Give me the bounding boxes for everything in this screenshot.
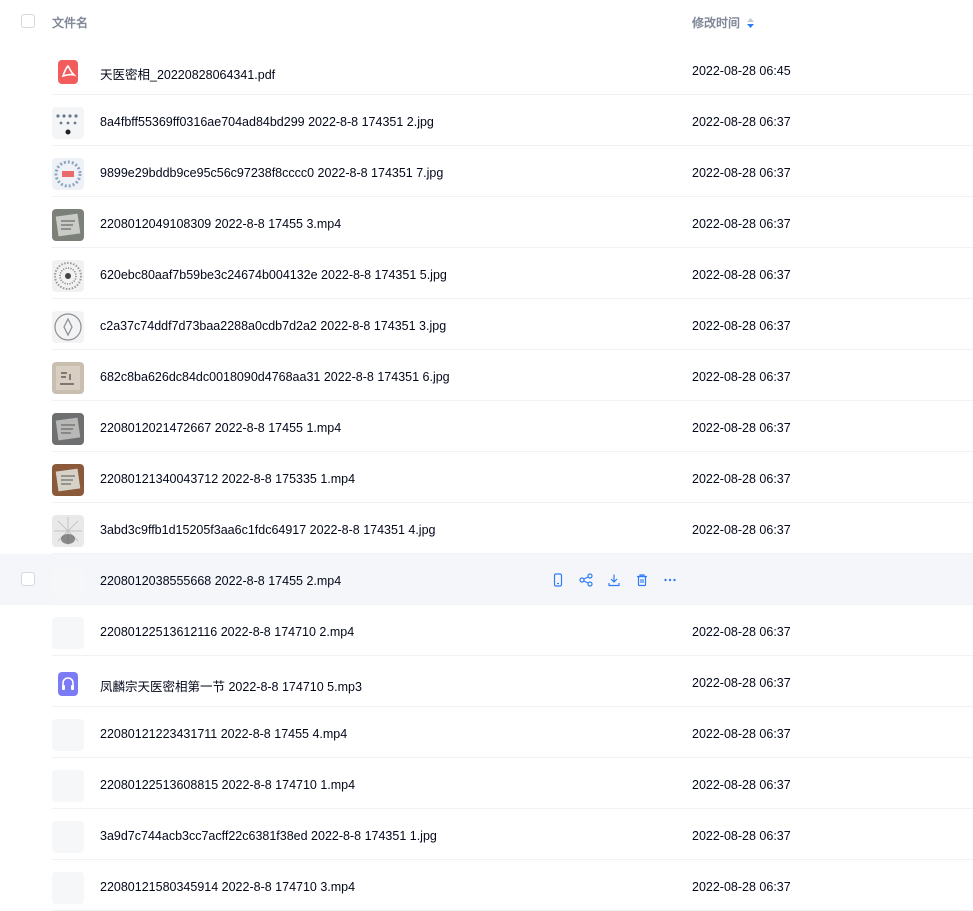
share-icon[interactable] bbox=[577, 571, 595, 589]
file-modified-time: 2022-08-28 06:37 bbox=[692, 727, 791, 741]
file-name[interactable]: 8a4fbff55369ff0316ae704ad84bd299 2022-8-… bbox=[100, 115, 434, 129]
column-header-modified-time[interactable]: 修改时间 bbox=[692, 14, 755, 31]
column-header-filename[interactable]: 文件名 bbox=[52, 14, 88, 31]
file-modified-time: 2022-08-28 06:37 bbox=[692, 115, 791, 129]
image-thumbnail bbox=[52, 158, 84, 190]
file-modified-time: 2022-08-28 06:37 bbox=[692, 370, 791, 384]
more-icon[interactable] bbox=[661, 571, 679, 589]
list-header: 文件名 修改时间 bbox=[0, 0, 973, 44]
select-all-checkbox[interactable] bbox=[21, 14, 35, 28]
file-name[interactable]: 682c8ba626dc84dc0018090d4768aa31 2022-8-… bbox=[100, 370, 450, 384]
file-row[interactable]: c2a37c74ddf7d73baa2288a0cdb7d2a2 2022-8-… bbox=[0, 299, 973, 350]
file-row[interactable]: 22080122513612116 2022-8-8 174710 2.mp4 2… bbox=[0, 605, 973, 656]
file-modified-time: 2022-08-28 06:37 bbox=[692, 268, 791, 282]
image-thumbnail bbox=[52, 107, 84, 139]
audio-file-icon bbox=[52, 668, 84, 700]
column-header-modified-time-label: 修改时间 bbox=[692, 16, 741, 30]
file-name[interactable]: 22080121340043712 2022-8-8 175335 1.mp4 bbox=[100, 472, 355, 486]
blank-thumbnail bbox=[52, 821, 84, 853]
image-thumbnail bbox=[52, 260, 84, 292]
file-name[interactable]: 9899e29bddb9ce95c56c97238f8cccc0 2022-8-… bbox=[100, 166, 443, 180]
file-row[interactable]: 天医密相_20220828064341.pdf 2022-08-28 06:45 bbox=[0, 44, 973, 95]
file-name[interactable]: 22080121223431711 2022-8-8 17455 4.mp4 bbox=[100, 727, 347, 741]
phone-icon[interactable] bbox=[549, 571, 567, 589]
file-name[interactable]: 22080122513612116 2022-8-8 174710 2.mp4 bbox=[100, 625, 354, 639]
blank-thumbnail bbox=[52, 770, 84, 802]
file-row[interactable]: 2208012049108309 2022-8-8 17455 3.mp4 202… bbox=[0, 197, 973, 248]
file-modified-time: 2022-08-28 06:37 bbox=[692, 166, 791, 180]
file-modified-time: 2022-08-28 06:37 bbox=[692, 778, 791, 792]
file-row[interactable]: 2208012038555668 2022-8-8 17455 2.mp4 bbox=[0, 554, 973, 605]
file-name[interactable]: 2208012049108309 2022-8-8 17455 3.mp4 bbox=[100, 217, 341, 231]
video-thumbnail bbox=[52, 464, 84, 496]
file-name[interactable]: 天医密相_20220828064341.pdf bbox=[100, 64, 275, 83]
file-row[interactable]: 3abd3c9ffb1d15205f3aa6c1fdc64917 2022-8-… bbox=[0, 503, 973, 554]
file-row[interactable]: 8a4fbff55369ff0316ae704ad84bd299 2022-8-… bbox=[0, 95, 973, 146]
file-row[interactable]: 3a9d7c744acb3cc7acff22c6381f38ed 2022-8-… bbox=[0, 809, 973, 860]
file-modified-time: 2022-08-28 06:37 bbox=[692, 319, 791, 333]
file-modified-time: 2022-08-28 06:37 bbox=[692, 217, 791, 231]
download-icon[interactable] bbox=[605, 571, 623, 589]
delete-icon[interactable] bbox=[633, 571, 651, 589]
file-row[interactable]: 9899e29bddb9ce95c56c97238f8cccc0 2022-8-… bbox=[0, 146, 973, 197]
row-actions bbox=[549, 571, 679, 589]
file-row[interactable]: 2208012021472667 2022-8-8 17455 1.mp4 202… bbox=[0, 401, 973, 452]
file-modified-time: 2022-08-28 06:37 bbox=[692, 472, 791, 486]
file-name[interactable]: 2208012038555668 2022-8-8 17455 2.mp4 bbox=[100, 574, 341, 588]
blank-thumbnail bbox=[52, 719, 84, 751]
file-row[interactable]: 22080122513608815 2022-8-8 174710 1.mp4 2… bbox=[0, 758, 973, 809]
file-modified-time: 2022-08-28 06:37 bbox=[692, 880, 791, 894]
file-list: 天医密相_20220828064341.pdf 2022-08-28 06:45 8… bbox=[0, 44, 973, 911]
file-modified-time: 2022-08-28 06:37 bbox=[692, 421, 791, 435]
file-row[interactable]: 22080121340043712 2022-8-8 175335 1.mp4 2… bbox=[0, 452, 973, 503]
file-row[interactable]: 620ebc80aaf7b59be3c24674b004132e 2022-8-… bbox=[0, 248, 973, 299]
file-name[interactable]: 3a9d7c744acb3cc7acff22c6381f38ed 2022-8-… bbox=[100, 829, 437, 843]
file-modified-time: 2022-08-28 06:37 bbox=[692, 625, 791, 639]
pdf-file-icon bbox=[52, 56, 84, 88]
image-thumbnail bbox=[52, 311, 84, 343]
blank-thumbnail bbox=[52, 617, 84, 649]
file-modified-time: 2022-08-28 06:37 bbox=[692, 523, 791, 537]
file-name[interactable]: 凤麟宗天医密相第一节 2022-8-8 174710 5.mp3 bbox=[100, 676, 362, 695]
row-checkbox[interactable] bbox=[21, 572, 35, 586]
file-name[interactable]: 2208012021472667 2022-8-8 17455 1.mp4 bbox=[100, 421, 341, 435]
file-row[interactable]: 22080121580345914 2022-8-8 174710 3.mp4 2… bbox=[0, 860, 973, 911]
file-modified-time: 2022-08-28 06:37 bbox=[692, 829, 791, 843]
blank-thumbnail bbox=[52, 872, 84, 904]
file-modified-time: 2022-08-28 06:37 bbox=[692, 676, 791, 690]
file-row[interactable]: 凤麟宗天医密相第一节 2022-8-8 174710 5.mp3 2022-08-… bbox=[0, 656, 973, 707]
file-name[interactable]: 620ebc80aaf7b59be3c24674b004132e 2022-8-… bbox=[100, 268, 447, 282]
video-thumbnail bbox=[52, 413, 84, 445]
file-name[interactable]: 3abd3c9ffb1d15205f3aa6c1fdc64917 2022-8-… bbox=[100, 523, 436, 537]
blank-thumbnail bbox=[52, 566, 84, 598]
video-thumbnail bbox=[52, 209, 84, 241]
file-row[interactable]: 682c8ba626dc84dc0018090d4768aa31 2022-8-… bbox=[0, 350, 973, 401]
file-name[interactable]: 22080122513608815 2022-8-8 174710 1.mp4 bbox=[100, 778, 355, 792]
file-name[interactable]: 22080121580345914 2022-8-8 174710 3.mp4 bbox=[100, 880, 355, 894]
image-thumbnail bbox=[52, 515, 84, 547]
file-row[interactable]: 22080121223431711 2022-8-8 17455 4.mp4 20… bbox=[0, 707, 973, 758]
sort-icon[interactable] bbox=[746, 16, 755, 30]
file-name[interactable]: c2a37c74ddf7d73baa2288a0cdb7d2a2 2022-8-… bbox=[100, 319, 446, 333]
image-thumbnail bbox=[52, 362, 84, 394]
file-modified-time: 2022-08-28 06:45 bbox=[692, 64, 791, 78]
